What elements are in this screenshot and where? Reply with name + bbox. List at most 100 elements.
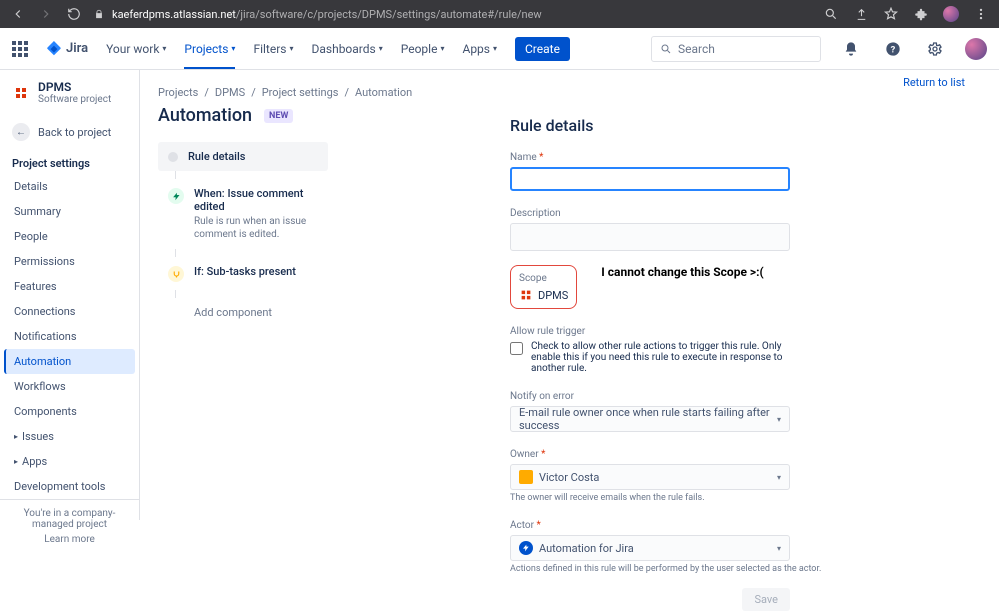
scope-label: Scope [519,273,547,284]
search-icon [660,43,672,55]
search-icon[interactable] [823,6,839,22]
breadcrumb-automation[interactable]: Automation [355,86,412,99]
lock-icon [94,8,104,20]
create-button[interactable]: Create [515,37,570,61]
back-arrow-icon: ← [12,123,30,141]
svg-text:?: ? [891,44,896,55]
step-add-component[interactable]: Add component [158,298,328,327]
nav-forward-icon[interactable] [38,6,54,22]
learn-more-link[interactable]: Learn more [6,534,133,545]
nav-filters[interactable]: Filters▾ [253,42,293,56]
annotation-text: I cannot change this Scope >:( [601,265,763,279]
jira-logo-icon [46,41,62,57]
chevron-down-icon: ▾ [777,544,781,553]
name-label: Name * [510,152,543,163]
allow-trigger-label: Allow rule trigger [510,326,585,337]
step-rule-details[interactable]: Rule details [158,142,328,171]
breadcrumb-projects[interactable]: Projects [158,86,198,99]
extensions-icon[interactable] [913,6,929,22]
sidebar-item-permissions[interactable]: Permissions [4,249,135,274]
address-bar[interactable]: kaeferdpms.atlassian.net/jira/software/c… [94,8,811,21]
automation-avatar-icon [519,541,533,555]
jira-brand[interactable]: Jira [46,41,88,57]
sidebar-item-devtools[interactable]: Development tools [4,474,135,499]
brand-label: Jira [66,41,88,56]
nav-back-icon[interactable] [10,6,26,22]
sidebar-section-title: Project settings [0,149,139,174]
sidebar-group-apps[interactable]: ▸Apps [4,449,135,474]
share-icon[interactable] [853,6,869,22]
notify-label: Notify on error [510,391,574,402]
chevron-down-icon: ▾ [777,473,781,482]
sidebar-item-features[interactable]: Features [4,274,135,299]
browser-profile-avatar[interactable] [943,6,959,22]
dot-icon [168,152,178,162]
settings-icon[interactable] [923,37,947,61]
step-trigger[interactable]: When: Issue comment edited Rule is run w… [158,179,328,249]
sidebar-items: Details Summary People Permissions Featu… [0,174,139,499]
sidebar-item-details[interactable]: Details [4,174,135,199]
return-to-list-link[interactable]: Return to list [903,76,965,89]
step-condition[interactable]: If: Sub-tasks present [158,257,328,290]
owner-label: Owner * [510,449,545,460]
form-title: Rule details [510,116,956,135]
sidebar-item-summary[interactable]: Summary [4,199,135,224]
description-label: Description [510,208,561,219]
actor-select[interactable]: Automation for Jira ▾ [510,535,790,561]
nav-reload-icon[interactable] [66,6,82,22]
condition-icon [168,266,184,282]
global-search[interactable]: Search [651,36,821,62]
browser-chrome-bar: kaeferdpms.atlassian.net/jira/software/c… [0,0,999,28]
sidebar-item-automation[interactable]: Automation [4,349,135,374]
breadcrumb-settings[interactable]: Project settings [262,86,339,99]
description-input[interactable] [510,223,790,251]
owner-select[interactable]: Victor Costa ▾ [510,464,790,490]
sidebar-project-header[interactable]: DPMS Software project [0,70,139,115]
project-icon [12,84,30,102]
chevron-down-icon: ▾ [777,415,781,424]
owner-hint: The owner will receive emails when the r… [510,493,956,503]
help-icon[interactable]: ? [881,37,905,61]
actor-label: Actor * [510,520,541,531]
rule-details-form: Return to list Rule details Name * Descr… [510,70,990,520]
scope-project-chip: DPMS [519,288,568,302]
nav-dashboards[interactable]: Dashboards▾ [311,42,382,56]
actor-hint: Actions defined in this rule will be per… [510,564,956,574]
lightning-icon [168,188,184,204]
new-badge: NEW [264,109,293,123]
sidebar-item-workflows[interactable]: Workflows [4,374,135,399]
sidebar-item-notifications[interactable]: Notifications [4,324,135,349]
sidebar-footer: You're in a company-managed project Lear… [0,499,139,553]
app-switcher-icon[interactable] [12,41,28,57]
breadcrumb-project[interactable]: DPMS [215,86,245,99]
nav-people[interactable]: People▾ [401,42,445,56]
star-icon[interactable] [883,6,899,22]
sidebar-item-people[interactable]: People [4,224,135,249]
nav-apps[interactable]: Apps▾ [462,42,497,56]
jira-top-nav: Jira Your work▾ Projects▾ Filters▾ Dashb… [0,28,999,70]
notify-select[interactable]: E-mail rule owner once when rule starts … [510,406,790,432]
project-sidebar: DPMS Software project ← Back to project … [0,70,140,520]
page-title: Automation [158,105,252,126]
allow-trigger-description: Check to allow other rule actions to tri… [531,341,791,374]
scope-callout: Scope DPMS [510,265,577,309]
url-domain: kaeferdpms.atlassian.net [112,8,236,21]
project-subtitle: Software project [38,94,111,105]
sidebar-item-connections[interactable]: Connections [4,299,135,324]
breadcrumb: Projects/ DPMS/ Project settings/ Automa… [158,86,496,99]
rule-builder-column: Projects/ DPMS/ Project settings/ Automa… [140,70,510,520]
allow-trigger-checkbox[interactable] [510,342,523,355]
name-input[interactable] [510,167,790,191]
project-icon [519,288,533,302]
nav-your-work[interactable]: Your work▾ [106,42,166,56]
nav-projects[interactable]: Projects▾ [184,42,235,56]
sidebar-item-components[interactable]: Components [4,399,135,424]
owner-avatar-icon [519,470,533,484]
profile-avatar[interactable] [965,38,987,60]
browser-menu-icon[interactable] [973,6,989,22]
sidebar-group-issues[interactable]: ▸Issues [4,424,135,449]
project-name: DPMS [38,80,111,94]
notifications-icon[interactable] [839,37,863,61]
save-button[interactable]: Save [742,588,790,611]
back-to-project[interactable]: ← Back to project [0,115,139,149]
